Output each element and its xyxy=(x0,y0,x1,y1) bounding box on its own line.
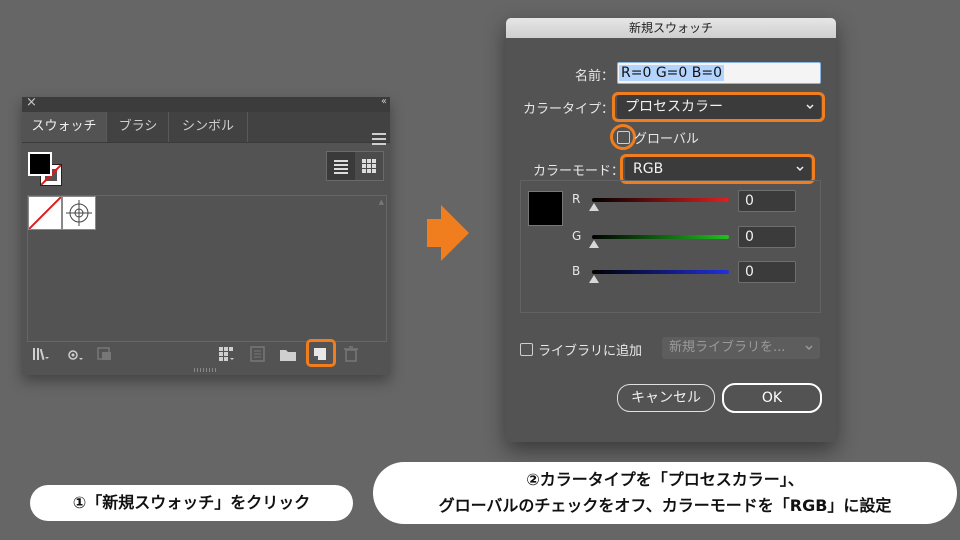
close-icon[interactable]: × xyxy=(26,95,37,110)
tab-swatches[interactable]: スウォッチ xyxy=(22,112,106,142)
cancel-button[interactable]: キャンセル xyxy=(617,384,715,412)
new-swatch-highlight xyxy=(306,339,336,367)
tab-brushes[interactable]: ブラシ xyxy=(106,112,169,142)
caption-step2: ②カラータイプを「プロセスカラー」、 グローバルのチェックをオフ、カラーモードを… xyxy=(373,462,957,524)
swatch-options-icon[interactable] xyxy=(96,346,114,362)
g-label: G xyxy=(572,229,582,243)
caption-step1: ①「新規スウォッチ」をクリック xyxy=(30,485,353,521)
b-value-field[interactable]: 0 xyxy=(738,261,796,283)
edit-color-group-icon[interactable] xyxy=(249,346,267,362)
fill-stroke-indicator[interactable] xyxy=(28,152,64,188)
tab-symbols[interactable]: シンボル xyxy=(168,112,248,142)
panel-title-bar: × ‹‹ xyxy=(22,95,390,112)
new-color-group-icon[interactable] xyxy=(279,346,297,362)
color-mode-label: カラーモード： xyxy=(532,164,624,179)
global-label: グローバル xyxy=(634,132,699,147)
b-slider-track[interactable] xyxy=(592,270,729,274)
g-slider-thumb[interactable] xyxy=(589,240,599,248)
name-field[interactable]: R=0 G=0 B=0 xyxy=(617,62,821,84)
global-highlight xyxy=(610,124,636,150)
show-swatch-kinds-icon[interactable] xyxy=(66,346,84,362)
b-label: B xyxy=(572,264,581,278)
resize-grip[interactable] xyxy=(194,368,218,372)
name-label: 名前： xyxy=(574,69,614,84)
panel-menu-icon[interactable] xyxy=(372,133,386,145)
none-swatch[interactable] xyxy=(28,196,62,230)
grid-view-icon[interactable] xyxy=(355,152,383,180)
library-select[interactable]: 新規ライブラリを... xyxy=(662,337,820,359)
name-value: R=0 G=0 B=0 xyxy=(619,65,724,81)
caption-step2-line1: ②カラータイプを「プロセスカラー」、 xyxy=(526,470,804,489)
panel-tabs: スウォッチ ブラシ シンボル xyxy=(22,112,390,145)
dialog-title: 新規スウォッチ xyxy=(506,18,836,38)
right-arrow-icon xyxy=(427,205,469,261)
g-slider-track[interactable] xyxy=(592,235,729,239)
color-type-label: カラータイプ： xyxy=(522,102,614,117)
b-slider-thumb[interactable] xyxy=(589,275,599,283)
color-type-highlight xyxy=(612,92,825,122)
new-swatch-dialog: 新規スウォッチ 名前： R=0 G=0 B=0 カラータイプ： プロセスカラー … xyxy=(506,18,836,442)
r-value-field[interactable]: 0 xyxy=(738,190,796,212)
scroll-up-icon[interactable]: ▲ xyxy=(379,198,384,206)
collapse-icon[interactable]: ‹‹ xyxy=(381,96,387,107)
r-slider-thumb[interactable] xyxy=(589,203,599,211)
delete-swatch-icon[interactable] xyxy=(342,346,360,362)
registration-swatch[interactable] xyxy=(62,196,96,230)
swatch-libraries-icon[interactable] xyxy=(32,346,50,362)
g-value-field[interactable]: 0 xyxy=(738,226,796,248)
ok-button[interactable]: OK xyxy=(722,383,822,413)
library-placeholder: 新規ライブラリを... xyxy=(669,340,786,355)
r-label: R xyxy=(572,192,581,206)
add-to-library-checkbox[interactable] xyxy=(520,343,533,356)
r-slider-track[interactable] xyxy=(592,198,729,202)
color-preview-swatch xyxy=(528,191,563,226)
chevron-down-icon xyxy=(805,345,813,351)
fill-swatch[interactable] xyxy=(28,152,52,176)
view-toggle xyxy=(326,151,384,181)
list-view-icon[interactable] xyxy=(327,152,355,180)
swatches-panel: × ‹‹ スウォッチ ブラシ シンボル ▲ xyxy=(22,95,390,375)
color-group-icon[interactable] xyxy=(218,346,236,362)
add-to-library-label: ライブラリに追加 xyxy=(538,344,643,359)
swatch-grid: ▲ xyxy=(27,195,387,342)
caption-step2-line2: グローバルのチェックをオフ、カラーモードを「RGB」に設定 xyxy=(438,496,892,515)
